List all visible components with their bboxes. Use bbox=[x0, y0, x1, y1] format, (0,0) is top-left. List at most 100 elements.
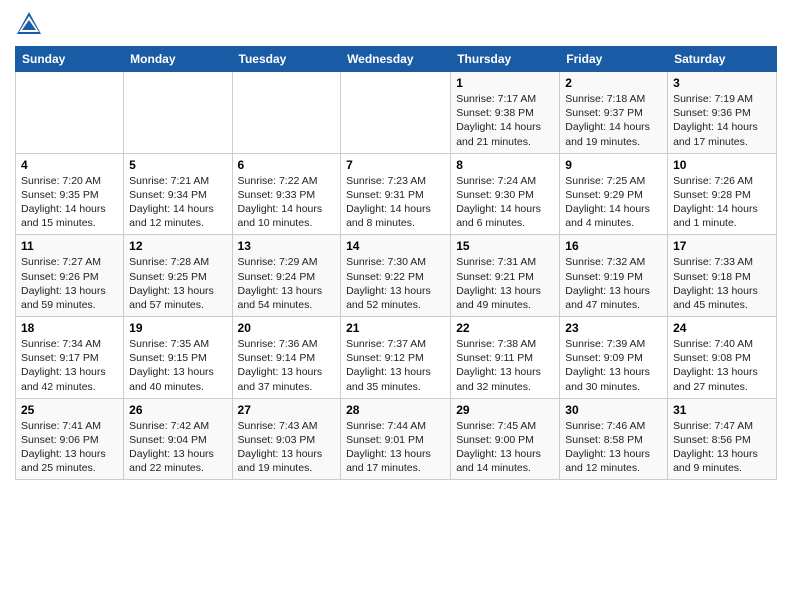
cell-content: Sunrise: 7:44 AM Sunset: 9:01 PM Dayligh… bbox=[346, 419, 445, 476]
day-number: 20 bbox=[238, 321, 336, 335]
calendar-table: SundayMondayTuesdayWednesdayThursdayFrid… bbox=[15, 46, 777, 480]
calendar-cell: 8 Sunrise: 7:24 AM Sunset: 9:30 PM Daylig… bbox=[451, 153, 560, 235]
day-number: 3 bbox=[673, 76, 771, 90]
calendar-cell: 20 Sunrise: 7:36 AM Sunset: 9:14 PM Dayli… bbox=[232, 317, 341, 399]
day-number: 8 bbox=[456, 158, 554, 172]
day-number: 28 bbox=[346, 403, 445, 417]
calendar-cell: 14 Sunrise: 7:30 AM Sunset: 9:22 PM Dayli… bbox=[341, 235, 451, 317]
cell-content: Sunrise: 7:25 AM Sunset: 9:29 PM Dayligh… bbox=[565, 174, 662, 231]
calendar-cell: 6 Sunrise: 7:22 AM Sunset: 9:33 PM Daylig… bbox=[232, 153, 341, 235]
logo-icon bbox=[15, 10, 43, 38]
cell-content: Sunrise: 7:36 AM Sunset: 9:14 PM Dayligh… bbox=[238, 337, 336, 394]
cell-content: Sunrise: 7:32 AM Sunset: 9:19 PM Dayligh… bbox=[565, 255, 662, 312]
day-header-sunday: Sunday bbox=[16, 47, 124, 72]
day-number: 19 bbox=[129, 321, 226, 335]
day-number: 17 bbox=[673, 239, 771, 253]
day-number: 22 bbox=[456, 321, 554, 335]
page-header bbox=[15, 10, 777, 38]
cell-content: Sunrise: 7:42 AM Sunset: 9:04 PM Dayligh… bbox=[129, 419, 226, 476]
header-row: SundayMondayTuesdayWednesdayThursdayFrid… bbox=[16, 47, 777, 72]
day-number: 11 bbox=[21, 239, 118, 253]
day-header-tuesday: Tuesday bbox=[232, 47, 341, 72]
calendar-cell bbox=[124, 72, 232, 154]
cell-content: Sunrise: 7:18 AM Sunset: 9:37 PM Dayligh… bbox=[565, 92, 662, 149]
calendar-cell: 10Sunrise: 7:26 AM Sunset: 9:28 PM Dayli… bbox=[668, 153, 777, 235]
calendar-cell: 7Sunrise: 7:23 AM Sunset: 9:31 PM Daylig… bbox=[341, 153, 451, 235]
day-number: 15 bbox=[456, 239, 554, 253]
day-number: 5 bbox=[129, 158, 226, 172]
calendar-cell: 21 Sunrise: 7:37 AM Sunset: 9:12 PM Dayli… bbox=[341, 317, 451, 399]
cell-content: Sunrise: 7:43 AM Sunset: 9:03 PM Dayligh… bbox=[238, 419, 336, 476]
day-number: 31 bbox=[673, 403, 771, 417]
cell-content: Sunrise: 7:30 AM Sunset: 9:22 PM Dayligh… bbox=[346, 255, 445, 312]
calendar-cell: 18Sunrise: 7:34 AM Sunset: 9:17 PM Dayli… bbox=[16, 317, 124, 399]
cell-content: Sunrise: 7:22 AM Sunset: 9:33 PM Dayligh… bbox=[238, 174, 336, 231]
day-number: 21 bbox=[346, 321, 445, 335]
cell-content: Sunrise: 7:28 AM Sunset: 9:25 PM Dayligh… bbox=[129, 255, 226, 312]
calendar-cell: 3 Sunrise: 7:19 AM Sunset: 9:36 PM Daylig… bbox=[668, 72, 777, 154]
day-number: 9 bbox=[565, 158, 662, 172]
day-number: 6 bbox=[238, 158, 336, 172]
calendar-cell: 15Sunrise: 7:31 AM Sunset: 9:21 PM Dayli… bbox=[451, 235, 560, 317]
day-number: 29 bbox=[456, 403, 554, 417]
cell-content: Sunrise: 7:46 AM Sunset: 8:58 PM Dayligh… bbox=[565, 419, 662, 476]
week-row-3: 11 Sunrise: 7:27 AM Sunset: 9:26 PM Dayli… bbox=[16, 235, 777, 317]
day-number: 12 bbox=[129, 239, 226, 253]
day-number: 25 bbox=[21, 403, 118, 417]
cell-content: Sunrise: 7:35 AM Sunset: 9:15 PM Dayligh… bbox=[129, 337, 226, 394]
day-number: 13 bbox=[238, 239, 336, 253]
calendar-cell: 12 Sunrise: 7:28 AM Sunset: 9:25 PM Dayli… bbox=[124, 235, 232, 317]
cell-content: Sunrise: 7:29 AM Sunset: 9:24 PM Dayligh… bbox=[238, 255, 336, 312]
day-header-friday: Friday bbox=[560, 47, 668, 72]
cell-content: Sunrise: 7:37 AM Sunset: 9:12 PM Dayligh… bbox=[346, 337, 445, 394]
calendar-cell: 2Sunrise: 7:18 AM Sunset: 9:37 PM Daylig… bbox=[560, 72, 668, 154]
calendar-cell bbox=[232, 72, 341, 154]
cell-content: Sunrise: 7:40 AM Sunset: 9:08 PM Dayligh… bbox=[673, 337, 771, 394]
calendar-cell: 27 Sunrise: 7:43 AM Sunset: 9:03 PM Dayli… bbox=[232, 398, 341, 480]
logo bbox=[15, 10, 47, 38]
cell-content: Sunrise: 7:26 AM Sunset: 9:28 PM Dayligh… bbox=[673, 174, 771, 231]
calendar-cell: 9 Sunrise: 7:25 AM Sunset: 9:29 PM Daylig… bbox=[560, 153, 668, 235]
calendar-cell: 30 Sunrise: 7:46 AM Sunset: 8:58 PM Dayli… bbox=[560, 398, 668, 480]
day-number: 23 bbox=[565, 321, 662, 335]
calendar-cell: 25 Sunrise: 7:41 AM Sunset: 9:06 PM Dayli… bbox=[16, 398, 124, 480]
day-number: 27 bbox=[238, 403, 336, 417]
cell-content: Sunrise: 7:23 AM Sunset: 9:31 PM Dayligh… bbox=[346, 174, 445, 231]
calendar-cell: 17 Sunrise: 7:33 AM Sunset: 9:18 PM Dayli… bbox=[668, 235, 777, 317]
calendar-cell: 13 Sunrise: 7:29 AM Sunset: 9:24 PM Dayli… bbox=[232, 235, 341, 317]
calendar-cell: 4Sunrise: 7:20 AM Sunset: 9:35 PM Daylig… bbox=[16, 153, 124, 235]
day-number: 1 bbox=[456, 76, 554, 90]
calendar-cell: 11 Sunrise: 7:27 AM Sunset: 9:26 PM Dayli… bbox=[16, 235, 124, 317]
calendar-cell: 16Sunrise: 7:32 AM Sunset: 9:19 PM Dayli… bbox=[560, 235, 668, 317]
day-header-saturday: Saturday bbox=[668, 47, 777, 72]
day-number: 30 bbox=[565, 403, 662, 417]
calendar-cell: 31 Sunrise: 7:47 AM Sunset: 8:56 PM Dayli… bbox=[668, 398, 777, 480]
cell-content: Sunrise: 7:19 AM Sunset: 9:36 PM Dayligh… bbox=[673, 92, 771, 149]
cell-content: Sunrise: 7:27 AM Sunset: 9:26 PM Dayligh… bbox=[21, 255, 118, 312]
calendar-cell bbox=[16, 72, 124, 154]
calendar-cell: 19 Sunrise: 7:35 AM Sunset: 9:15 PM Dayli… bbox=[124, 317, 232, 399]
cell-content: Sunrise: 7:33 AM Sunset: 9:18 PM Dayligh… bbox=[673, 255, 771, 312]
day-header-wednesday: Wednesday bbox=[341, 47, 451, 72]
cell-content: Sunrise: 7:34 AM Sunset: 9:17 PM Dayligh… bbox=[21, 337, 118, 394]
calendar-cell bbox=[341, 72, 451, 154]
week-row-5: 25 Sunrise: 7:41 AM Sunset: 9:06 PM Dayli… bbox=[16, 398, 777, 480]
cell-content: Sunrise: 7:24 AM Sunset: 9:30 PM Dayligh… bbox=[456, 174, 554, 231]
calendar-cell: 22 Sunrise: 7:38 AM Sunset: 9:11 PM Dayli… bbox=[451, 317, 560, 399]
cell-content: Sunrise: 7:47 AM Sunset: 8:56 PM Dayligh… bbox=[673, 419, 771, 476]
day-header-monday: Monday bbox=[124, 47, 232, 72]
day-number: 4 bbox=[21, 158, 118, 172]
calendar-cell: 5 Sunrise: 7:21 AM Sunset: 9:34 PM Daylig… bbox=[124, 153, 232, 235]
cell-content: Sunrise: 7:21 AM Sunset: 9:34 PM Dayligh… bbox=[129, 174, 226, 231]
cell-content: Sunrise: 7:17 AM Sunset: 9:38 PM Dayligh… bbox=[456, 92, 554, 149]
calendar-cell: 23 Sunrise: 7:39 AM Sunset: 9:09 PM Dayli… bbox=[560, 317, 668, 399]
cell-content: Sunrise: 7:39 AM Sunset: 9:09 PM Dayligh… bbox=[565, 337, 662, 394]
cell-content: Sunrise: 7:41 AM Sunset: 9:06 PM Dayligh… bbox=[21, 419, 118, 476]
cell-content: Sunrise: 7:38 AM Sunset: 9:11 PM Dayligh… bbox=[456, 337, 554, 394]
week-row-1: 1 Sunrise: 7:17 AM Sunset: 9:38 PM Daylig… bbox=[16, 72, 777, 154]
day-number: 14 bbox=[346, 239, 445, 253]
day-header-thursday: Thursday bbox=[451, 47, 560, 72]
calendar-cell: 29Sunrise: 7:45 AM Sunset: 9:00 PM Dayli… bbox=[451, 398, 560, 480]
week-row-2: 4Sunrise: 7:20 AM Sunset: 9:35 PM Daylig… bbox=[16, 153, 777, 235]
calendar-cell: 28 Sunrise: 7:44 AM Sunset: 9:01 PM Dayli… bbox=[341, 398, 451, 480]
